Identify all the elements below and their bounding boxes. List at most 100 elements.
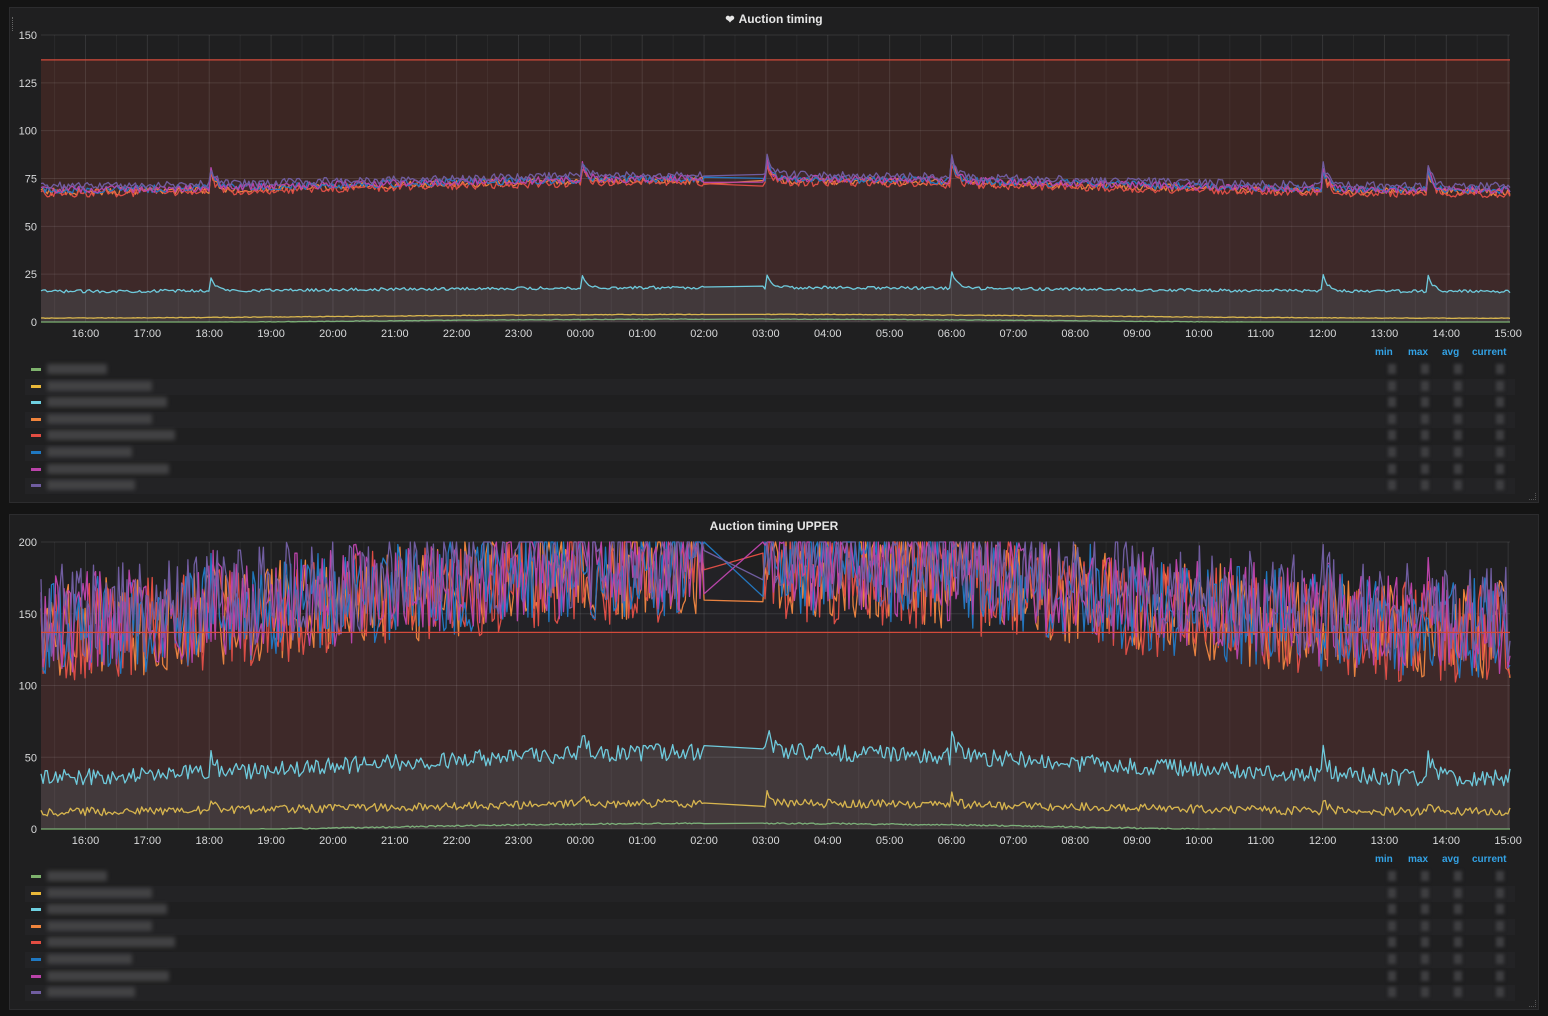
- legend-value-redacted: [1388, 987, 1396, 998]
- legend-item[interactable]: [25, 935, 1515, 951]
- legend-value-redacted: [1454, 413, 1462, 424]
- legend-item[interactable]: [25, 478, 1515, 495]
- legend-series-name-redacted: [47, 970, 169, 981]
- legend-color-swatch[interactable]: [31, 417, 41, 421]
- legend-item[interactable]: [25, 952, 1515, 968]
- x-tick-label: 10:00: [1185, 835, 1213, 847]
- legend-value-redacted: [1388, 920, 1396, 931]
- legend-series-name-redacted: [47, 954, 132, 964]
- legend-value-redacted: [1454, 904, 1462, 915]
- x-tick-label: 09:00: [1123, 835, 1151, 847]
- legend-series-name-redacted: [47, 937, 175, 948]
- legend-item[interactable]: [25, 985, 1515, 1002]
- legend-column-current[interactable]: current: [1472, 347, 1506, 358]
- legend-value-redacted: [1388, 887, 1396, 898]
- legend-item[interactable]: [25, 869, 1515, 885]
- legend-series-name-redacted: [47, 413, 152, 424]
- y-tick-label: 100: [19, 126, 37, 138]
- legend-color-swatch[interactable]: [31, 941, 41, 945]
- legend-value-redacted: [1496, 937, 1504, 948]
- legend-value-redacted: [1421, 970, 1429, 981]
- legend-value-redacted: [1496, 397, 1504, 408]
- x-tick-label: 12:00: [1309, 835, 1337, 847]
- legend-value-redacted: [1388, 397, 1396, 408]
- legend-item[interactable]: [25, 918, 1515, 935]
- legend-color-swatch[interactable]: [31, 908, 41, 912]
- legend-value-redacted: [1496, 920, 1504, 931]
- legend-color-swatch[interactable]: [31, 384, 41, 388]
- legend-color-swatch[interactable]: [31, 484, 41, 488]
- x-tick-label: 20:00: [319, 835, 347, 847]
- legend-color-swatch[interactable]: [31, 467, 41, 471]
- y-tick-label: 25: [25, 269, 37, 281]
- legend-color-swatch[interactable]: [31, 958, 41, 961]
- panel-resize-handle[interactable]: [1529, 493, 1536, 500]
- legend-column-min[interactable]: min: [1375, 854, 1393, 865]
- panel-resize-handle[interactable]: [1529, 1000, 1536, 1007]
- auction-timing-panel: ❤ Auction timing 0 25 50 75 100 125 150 16:00 17:…: [9, 7, 1539, 503]
- x-tick-label: 07:00: [1000, 835, 1028, 847]
- x-tick-label: 12:00: [1309, 328, 1337, 340]
- legend-column-avg[interactable]: avg: [1442, 854, 1459, 865]
- auction-timing-upper-graph[interactable]: 0 50 100 150 200 16:00 17:00 18:00 19:00 20:00 21:…: [10, 515, 1540, 850]
- legend-item[interactable]: [25, 395, 1515, 411]
- legend-series-name-redacted: [47, 430, 175, 441]
- legend-value-redacted: [1388, 364, 1396, 374]
- legend-color-swatch[interactable]: [31, 891, 41, 895]
- legend-value-redacted: [1421, 954, 1429, 964]
- legend-item[interactable]: [25, 362, 1515, 378]
- legend-column-min[interactable]: min: [1375, 347, 1393, 358]
- legend-value-redacted: [1388, 447, 1396, 457]
- y-tick-label: 0: [31, 317, 37, 329]
- legend-column-max[interactable]: max: [1408, 854, 1428, 865]
- y-tick-label: 150: [19, 609, 37, 621]
- legend-value-redacted: [1496, 447, 1504, 457]
- legend-value-redacted: [1496, 463, 1504, 474]
- y-tick-label: 100: [19, 681, 37, 693]
- x-tick-label: 21:00: [381, 835, 409, 847]
- legend-color-swatch[interactable]: [31, 401, 41, 405]
- legend-series-name-redacted: [47, 447, 132, 457]
- legend-value-redacted: [1388, 871, 1396, 881]
- legend-item[interactable]: [25, 885, 1515, 902]
- x-tick-label: 03:00: [752, 328, 780, 340]
- legend-color-swatch[interactable]: [31, 875, 41, 878]
- legend-color-swatch[interactable]: [31, 451, 41, 454]
- x-tick-label: 01:00: [628, 328, 656, 340]
- legend-value-redacted: [1421, 480, 1429, 491]
- legend-value-redacted: [1454, 954, 1462, 964]
- legend-item[interactable]: [25, 411, 1515, 428]
- legend-item[interactable]: [25, 902, 1515, 918]
- legend-value-redacted: [1388, 463, 1396, 474]
- x-tick-label: 22:00: [443, 328, 471, 340]
- legend-item[interactable]: [25, 445, 1515, 461]
- legend-series-name-redacted: [47, 887, 152, 898]
- legend-column-avg[interactable]: avg: [1442, 347, 1459, 358]
- legend-color-swatch[interactable]: [31, 924, 41, 928]
- legend-value-redacted: [1496, 987, 1504, 998]
- legend-value-redacted: [1496, 380, 1504, 391]
- legend-item[interactable]: [25, 462, 1515, 478]
- legend-series-name-redacted: [47, 380, 152, 391]
- legend-column-current[interactable]: current: [1472, 854, 1506, 865]
- legend-item[interactable]: [25, 378, 1515, 395]
- legend-color-swatch[interactable]: [31, 974, 41, 978]
- legend-series-name-redacted: [47, 904, 167, 915]
- x-tick-label: 19:00: [257, 328, 285, 340]
- auction-timing-graph[interactable]: 0 25 50 75 100 125 150 16:00 17:00 18:00 19:00 20:0…: [10, 8, 1540, 343]
- x-tick-label: 23:00: [505, 328, 533, 340]
- legend-column-max[interactable]: max: [1408, 347, 1428, 358]
- x-tick-label: 05:00: [876, 328, 904, 340]
- legend-item[interactable]: [25, 428, 1515, 444]
- legend-color-swatch[interactable]: [31, 991, 41, 995]
- x-tick-label: 00:00: [567, 328, 595, 340]
- legend-value-redacted: [1454, 937, 1462, 948]
- x-tick-label: 13:00: [1371, 835, 1399, 847]
- legend-series-name-redacted: [47, 364, 107, 374]
- legend-value-redacted: [1388, 904, 1396, 915]
- legend-color-swatch[interactable]: [31, 368, 41, 371]
- legend-item[interactable]: [25, 969, 1515, 985]
- legend-value-redacted: [1496, 413, 1504, 424]
- legend-color-swatch[interactable]: [31, 434, 41, 438]
- legend-value-redacted: [1454, 364, 1462, 374]
